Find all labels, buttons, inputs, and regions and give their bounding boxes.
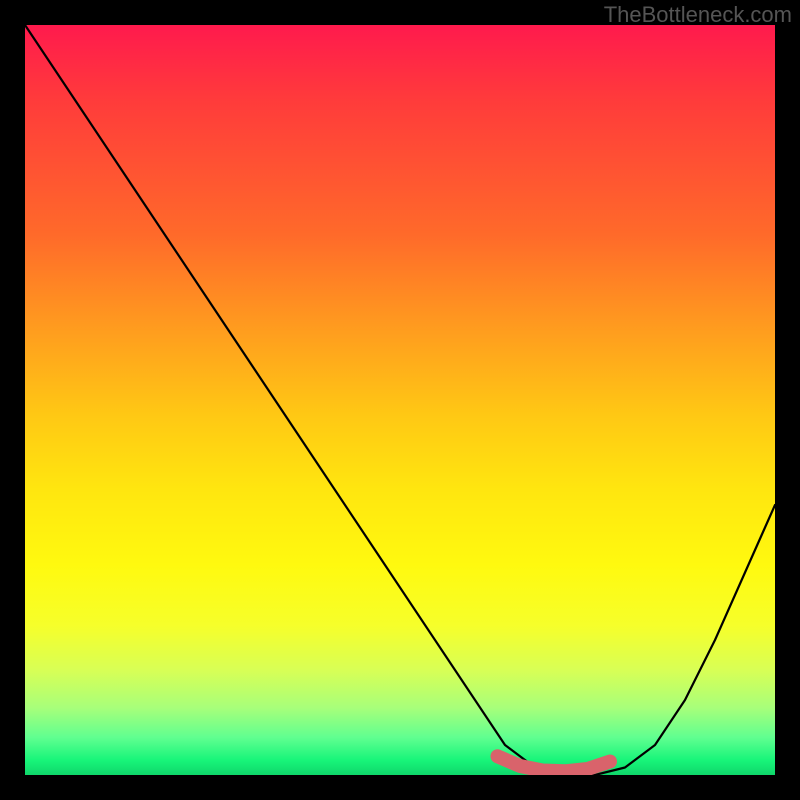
watermark-text: TheBottleneck.com — [604, 2, 792, 28]
optimal-zone-highlight — [498, 756, 611, 771]
chart-plot-area — [25, 25, 775, 775]
chart-svg — [25, 25, 775, 775]
bottleneck-curve-line — [25, 25, 775, 775]
